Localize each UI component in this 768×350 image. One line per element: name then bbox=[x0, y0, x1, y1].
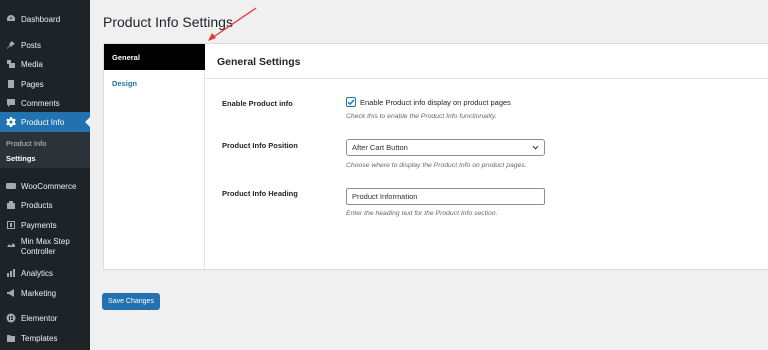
submenu-item-product-info[interactable]: Product Info bbox=[6, 139, 46, 148]
media-icon bbox=[5, 58, 17, 70]
enable-description: Check this to enable the Product Info fu… bbox=[346, 113, 497, 120]
chevron-down-icon bbox=[532, 145, 539, 150]
sidebar-item-dashboard[interactable]: Dashboard bbox=[0, 9, 90, 29]
woocommerce-icon bbox=[5, 180, 17, 192]
tab-design[interactable]: Design bbox=[104, 70, 205, 96]
sidebar-item-elementor[interactable]: Elementor bbox=[0, 308, 90, 328]
position-description: Choose where to display the Product Info… bbox=[346, 162, 527, 169]
sidebar-item-woocommerce[interactable]: WooCommerce bbox=[0, 176, 90, 196]
divider bbox=[205, 78, 768, 79]
sidebar-item-label: Products bbox=[21, 200, 53, 210]
sidebar-item-products[interactable]: Products bbox=[0, 195, 90, 215]
submenu-item-settings[interactable]: Settings bbox=[6, 154, 36, 163]
admin-sidebar: Dashboard Posts Media Pages Comments Pro… bbox=[0, 0, 90, 350]
sidebar-item-label: Product Info bbox=[21, 117, 65, 127]
settings-tabs: General Design bbox=[104, 44, 205, 269]
sidebar-item-label: Posts bbox=[21, 40, 42, 50]
enable-product-info-checkbox[interactable] bbox=[346, 97, 356, 107]
sidebar-item-min-max-step-controller[interactable]: Min Max Step Controller bbox=[0, 237, 90, 265]
payments-icon bbox=[5, 219, 17, 231]
settings-panel: General Design General Settings Enable P… bbox=[103, 43, 768, 270]
sidebar-item-label: Pages bbox=[21, 79, 44, 89]
pages-icon bbox=[5, 78, 17, 90]
tab-general[interactable]: General bbox=[104, 44, 205, 70]
elementor-icon bbox=[5, 312, 17, 324]
heading-input[interactable]: Product Information bbox=[346, 188, 545, 205]
sidebar-item-label: Payments bbox=[21, 220, 57, 230]
active-indicator bbox=[85, 117, 90, 127]
section-title: General Settings bbox=[217, 56, 301, 68]
comments-icon bbox=[5, 97, 17, 109]
checkmark-icon bbox=[347, 99, 355, 106]
sidebar-item-label: Templates bbox=[21, 333, 58, 343]
sidebar-item-templates[interactable]: Templates bbox=[0, 328, 90, 348]
templates-icon bbox=[5, 332, 17, 344]
sidebar-item-label: Marketing bbox=[21, 288, 57, 298]
pin-icon bbox=[5, 39, 17, 51]
dashboard-icon bbox=[5, 13, 17, 25]
gear-icon bbox=[5, 116, 17, 128]
sidebar-item-label: Comments bbox=[21, 98, 60, 108]
sidebar-item-label: WooCommerce bbox=[21, 181, 77, 191]
sidebar-item-label: Dashboard bbox=[21, 14, 61, 24]
save-changes-button[interactable]: Save Changes bbox=[102, 293, 160, 310]
position-field-label: Product Info Position bbox=[222, 141, 298, 150]
sidebar-item-posts[interactable]: Posts bbox=[0, 35, 90, 55]
sidebar-item-label: Min Max Step Controller bbox=[20, 237, 70, 256]
enable-checkbox-label[interactable]: Enable Product info display on product p… bbox=[360, 98, 511, 107]
sidebar-item-media[interactable]: Media bbox=[0, 54, 90, 74]
controller-icon bbox=[5, 238, 17, 250]
sidebar-item-label: Media bbox=[21, 59, 43, 69]
sidebar-item-analytics[interactable]: Analytics bbox=[0, 263, 90, 283]
product-info-submenu: Product Info Settings bbox=[0, 132, 90, 168]
sidebar-item-pages[interactable]: Pages bbox=[0, 74, 90, 94]
heading-field-label: Product Info Heading bbox=[222, 189, 298, 198]
position-select-value: After Cart Button bbox=[352, 143, 408, 152]
products-icon bbox=[5, 199, 17, 211]
enable-field-label: Enable Product info bbox=[222, 99, 293, 108]
megaphone-icon bbox=[5, 287, 17, 299]
heading-description: Enter the heading text for the Product I… bbox=[346, 210, 498, 217]
heading-input-value: Product Information bbox=[352, 192, 418, 201]
sidebar-item-payments[interactable]: Payments bbox=[0, 215, 90, 235]
position-select[interactable]: After Cart Button bbox=[346, 139, 545, 156]
sidebar-item-marketing[interactable]: Marketing bbox=[0, 283, 90, 303]
annotation-arrow-icon bbox=[208, 7, 257, 41]
analytics-icon bbox=[5, 267, 17, 279]
sidebar-item-product-info[interactable]: Product Info bbox=[0, 112, 90, 132]
sidebar-item-label: Elementor bbox=[21, 313, 58, 323]
sidebar-item-comments[interactable]: Comments bbox=[0, 93, 90, 113]
sidebar-item-label: Analytics bbox=[21, 268, 54, 278]
